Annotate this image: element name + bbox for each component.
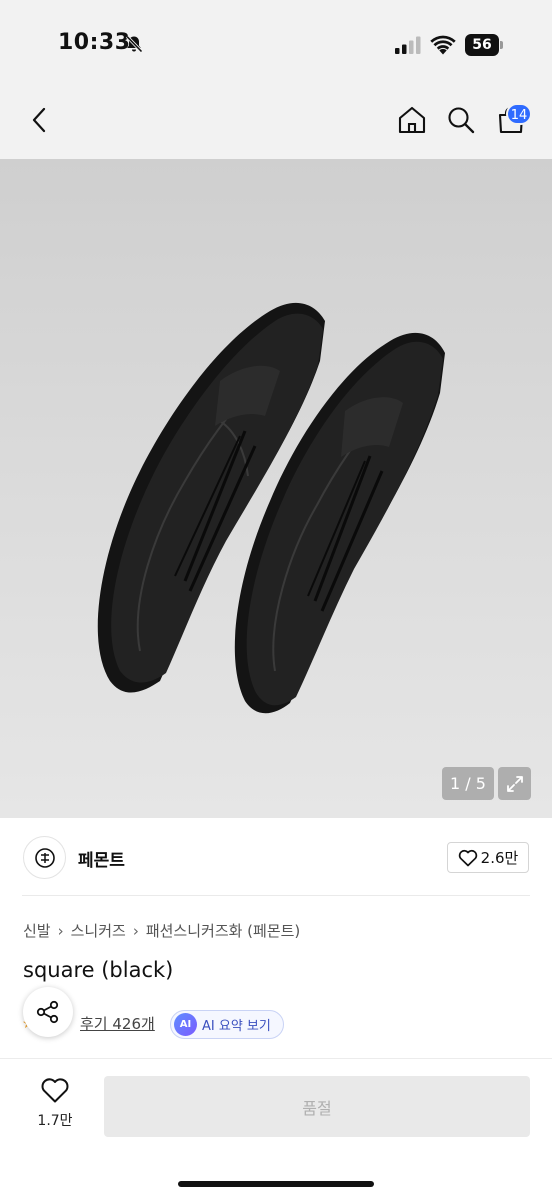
home-indicator	[178, 1181, 374, 1187]
brand-row[interactable]: 페몬트 2.6만	[0, 818, 552, 896]
review-count-link[interactable]: 후기 426개	[80, 1013, 155, 1034]
share-button[interactable]	[23, 987, 73, 1037]
share-icon	[36, 1000, 59, 1024]
brand-logo-mark	[34, 847, 55, 868]
status-bar: 10:33 56	[0, 0, 552, 88]
home-icon	[398, 106, 426, 134]
search-button[interactable]	[439, 88, 483, 152]
product-image[interactable]	[0, 159, 552, 818]
product-title: square (black)	[23, 958, 174, 982]
ai-summary-label: AI 요약 보기	[202, 1019, 271, 1034]
cart-count-badge: 14	[506, 103, 532, 125]
sold-out-button: 품절	[104, 1076, 530, 1137]
expand-button[interactable]	[498, 767, 531, 800]
breadcrumb-item[interactable]: 신발	[23, 920, 51, 941]
ai-summary-button[interactable]: AI AI 요약 보기	[170, 1010, 284, 1039]
breadcrumb: 신발 › 스니커즈 › 패션스니커즈화 (페몬트)	[23, 920, 300, 941]
bottom-like-count: 1.7만	[37, 1113, 73, 1129]
battery-icon: 56	[465, 34, 503, 56]
chevron-left-icon	[32, 107, 46, 133]
signal-icon	[395, 36, 421, 54]
chevron-right-icon: ›	[132, 921, 139, 940]
back-button[interactable]	[18, 88, 62, 152]
breadcrumb-item[interactable]: 스니커즈	[71, 920, 126, 941]
divider	[22, 895, 530, 896]
battery-cap	[500, 41, 503, 49]
wifi-icon	[430, 35, 456, 55]
chevron-right-icon: ›	[57, 921, 64, 940]
status-time: 10:33	[58, 30, 131, 55]
battery-level: 56	[465, 34, 499, 56]
brand-like-count: 2.6만	[480, 849, 519, 867]
expand-icon	[506, 775, 523, 792]
bell-off-icon	[125, 35, 143, 53]
bottom-bar-divider	[0, 1058, 552, 1059]
heart-icon	[458, 849, 477, 866]
brand-logo-icon[interactable]	[23, 836, 66, 879]
sneakers-image	[97, 302, 445, 714]
bottom-like-button[interactable]: 1.7만	[28, 1076, 82, 1136]
search-icon	[448, 107, 475, 134]
brand-name[interactable]: 페몬트	[78, 846, 125, 871]
ai-badge: AI	[174, 1013, 197, 1036]
image-pager: 1 / 5	[442, 767, 494, 800]
home-button[interactable]	[390, 88, 434, 152]
brand-like-button[interactable]: 2.6만	[447, 842, 529, 873]
breadcrumb-item[interactable]: 패션스니커즈화 (페몬트)	[146, 920, 300, 941]
heart-icon	[41, 1078, 69, 1103]
nav-header	[0, 88, 552, 159]
